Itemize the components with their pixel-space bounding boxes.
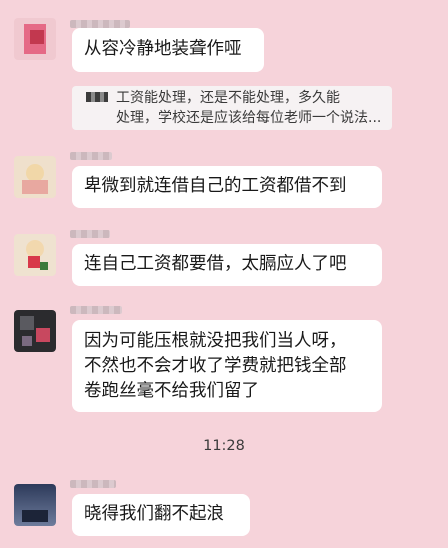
message-bubble[interactable]: 连自己工资都要借，太膈应人了吧 <box>72 244 382 286</box>
message-bubble[interactable]: 卑微到就连借自己的工资都借不到 <box>72 166 382 208</box>
sender-name <box>70 306 122 314</box>
message-bubble[interactable]: 晓得我们翻不起浪 <box>72 494 250 536</box>
avatar[interactable] <box>14 156 56 198</box>
sender-name <box>70 152 112 160</box>
message-bubble[interactable]: 从容冷静地装聋作哑 <box>72 28 264 72</box>
message-text: 因为可能压根就没把我们当人呀， 不然也不会才收了学费就把钱全部 卷跑丝毫不给我们… <box>84 331 347 401</box>
avatar[interactable] <box>14 18 56 60</box>
quoted-sender-name <box>86 92 108 102</box>
quoted-message[interactable]: 工资能处理，还是不能处理，多久能 处理，学校还是应该给每位老师一个说法... <box>72 86 392 130</box>
quoted-text: 工资能处理，还是不能处理，多久能 处理，学校还是应该给每位老师一个说法... <box>116 90 382 126</box>
avatar[interactable] <box>14 310 56 352</box>
message-text: 从容冷静地装聋作哑 <box>84 39 242 59</box>
timestamp: 11:28 <box>203 438 245 454</box>
avatar[interactable] <box>14 234 56 276</box>
sender-name <box>70 480 116 488</box>
avatar[interactable] <box>14 484 56 526</box>
message-bubble[interactable]: 因为可能压根就没把我们当人呀， 不然也不会才收了学费就把钱全部 卷跑丝毫不给我们… <box>72 320 382 412</box>
sender-name <box>70 230 110 238</box>
message-text: 连自己工资都要借，太膈应人了吧 <box>84 254 347 274</box>
sender-name <box>70 20 130 28</box>
message-text: 晓得我们翻不起浪 <box>84 504 224 524</box>
message-text: 卑微到就连借自己的工资都借不到 <box>84 176 347 196</box>
